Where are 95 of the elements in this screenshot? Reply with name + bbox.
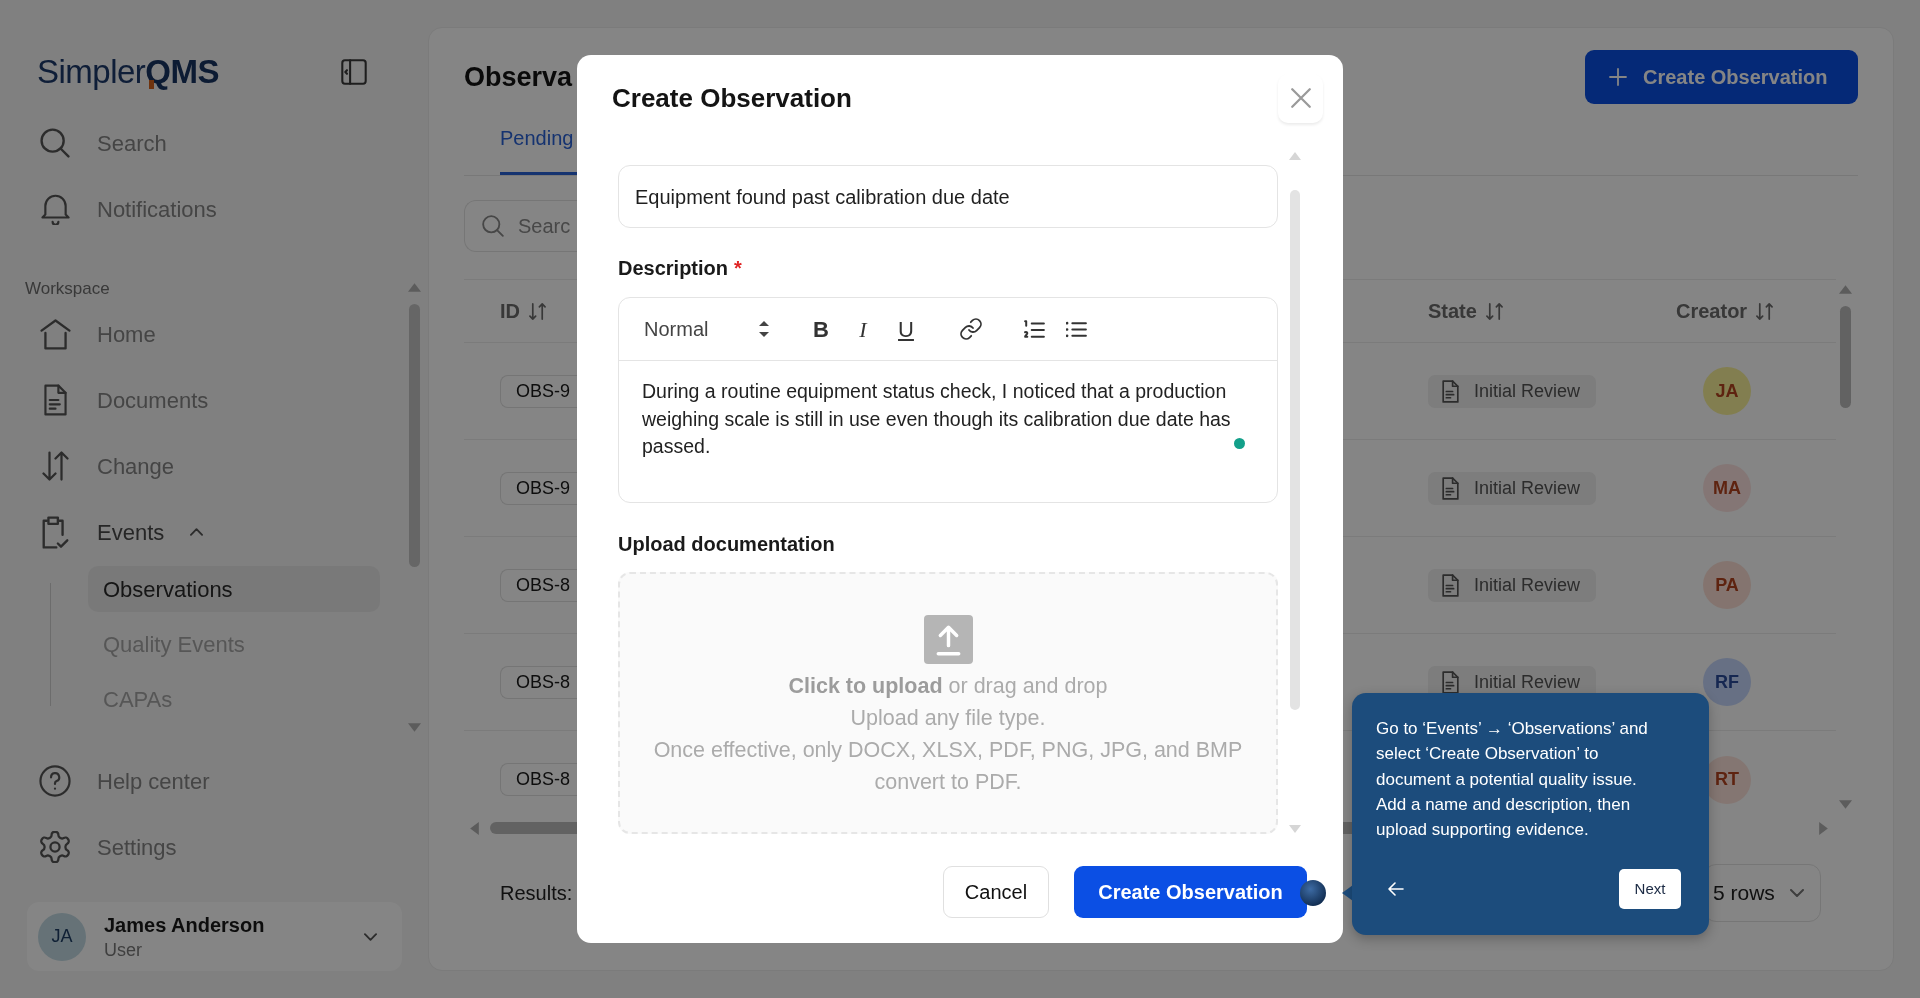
clipboard-check-icon <box>41 515 69 549</box>
nav-item[interactable]: Search <box>39 123 169 163</box>
chevron-down-icon <box>1790 889 1804 897</box>
name-field[interactable]: Equipment found past calibration due date <box>618 165 1278 228</box>
bell-icon <box>40 193 70 225</box>
scroll-up-icon[interactable] <box>1289 152 1301 160</box>
id-badge: OBS-9 <box>500 374 577 408</box>
nav-item[interactable]: Home <box>39 314 158 354</box>
search-icon <box>40 128 70 158</box>
scroll-down-icon[interactable] <box>1289 825 1301 833</box>
link-icon <box>960 318 982 340</box>
creator-avatar: PA <box>1703 561 1751 609</box>
nav-item[interactable]: Change <box>39 446 177 486</box>
back-arrow-icon <box>1388 882 1404 896</box>
close-button[interactable] <box>1278 73 1323 123</box>
tooltip-text: Go to ‘Events’ → ‘Observations’ and select ‘Create Observation’ to document a potential quality issue. Add a name and description, then upload supporting evidence. <box>1376 718 1649 842</box>
bold-button[interactable]: B <box>803 311 839 347</box>
scroll-up-icon[interactable] <box>408 283 421 292</box>
nav-item[interactable]: Documents <box>39 380 211 420</box>
document-icon <box>1442 573 1459 597</box>
user-card[interactable]: JA James Anderson User <box>27 902 402 971</box>
creator-avatar: JA <box>1703 367 1751 415</box>
nav-item[interactable]: Help center <box>39 761 212 801</box>
column-header[interactable]: Creator <box>1676 296 1774 326</box>
sort-icon <box>1756 301 1774 321</box>
column-header[interactable]: ID <box>500 296 546 326</box>
underline-button[interactable]: U <box>888 311 924 347</box>
nav-item[interactable]: Settings <box>39 827 179 867</box>
upload-note: Once effective, only DOCX, XLSX, PDF, PNG, JPG, and BMP convert to PDF. <box>652 737 1244 796</box>
sort-icon <box>529 301 546 321</box>
upload-dropzone[interactable]: Click to upload or drag and drop Upload any file type. Once effective, only DOCX, XLSX, PDF, PNG, JPG, and BMP convert to PDF. <box>618 572 1278 834</box>
settings-icon <box>39 831 71 863</box>
italic-button[interactable]: I <box>845 311 881 347</box>
search-icon <box>482 215 504 237</box>
creator-avatar: RF <box>1703 658 1751 706</box>
chevron-down-icon <box>364 932 377 941</box>
upload-icon <box>923 615 973 664</box>
description-field[interactable]: During a routine equipment status check, I noticed that a production weighing scale is still in use even though its calibration due date has passed. <box>619 361 1277 502</box>
status-label: Initial Review <box>1474 670 1581 694</box>
required-mark: * <box>734 256 742 281</box>
user-avatar: JA <box>38 912 86 961</box>
plus-icon <box>1609 68 1627 86</box>
submit-button[interactable]: Create Observation <box>1074 866 1307 918</box>
field-label: Description <box>618 256 729 281</box>
scroll-right-icon[interactable] <box>1819 821 1828 835</box>
document-icon <box>43 384 67 416</box>
next-button[interactable]: Next <box>1619 869 1681 909</box>
hotspot-icon[interactable] <box>1300 880 1326 906</box>
scroll-down-icon[interactable] <box>408 723 421 732</box>
bullet-list-icon <box>1065 320 1087 338</box>
page-title: Observa <box>464 63 573 91</box>
numbered-list-icon <box>1023 319 1045 339</box>
nav-item[interactable]: Events <box>39 512 206 552</box>
field-label: Upload documentation <box>618 532 835 557</box>
home-icon <box>39 318 71 350</box>
dialog-title: Create Observation <box>612 85 852 111</box>
sort-icon <box>1485 301 1503 321</box>
document-icon <box>1442 670 1459 694</box>
create-observation-button[interactable]: Create Observation <box>1585 50 1858 104</box>
sidebar-toggle-icon[interactable] <box>341 59 367 85</box>
status-label: Initial Review <box>1474 573 1581 597</box>
user-role: User <box>104 938 142 962</box>
scrollbar-thumb[interactable] <box>409 304 420 567</box>
id-badge: OBS-8 <box>500 763 577 796</box>
nav-subitem[interactable]: Observations <box>88 566 380 612</box>
cancel-button[interactable]: Cancel <box>943 866 1049 918</box>
nav-item[interactable]: Notifications <box>39 189 219 229</box>
scrollbar-thumb[interactable] <box>1343 822 1352 834</box>
creator-avatar: MA <box>1703 464 1751 512</box>
document-icon <box>1442 379 1459 403</box>
logo: SimplerQMS <box>37 52 220 92</box>
status-label: Initial Review <box>1474 476 1581 500</box>
scrollbar-thumb[interactable] <box>1840 306 1851 408</box>
help-icon <box>39 765 71 797</box>
column-header[interactable]: State <box>1428 296 1503 326</box>
scroll-up-icon[interactable] <box>1839 285 1852 294</box>
section-label: Workspace <box>25 278 110 301</box>
scrollbar-thumb[interactable] <box>1290 190 1300 710</box>
document-icon <box>1442 476 1459 500</box>
user-name: James Anderson <box>104 912 265 938</box>
close-icon <box>1290 88 1311 108</box>
scrollbar-thumb[interactable] <box>490 822 577 834</box>
results-label: Results: <box>500 881 573 906</box>
back-button[interactable] <box>1388 882 1404 896</box>
scroll-down-icon[interactable] <box>1839 800 1852 809</box>
id-badge: OBS-9 <box>500 471 577 505</box>
status-label: Initial Review <box>1474 379 1581 403</box>
format-select[interactable]: Normal <box>644 314 769 344</box>
scroll-left-icon[interactable] <box>470 821 479 835</box>
up-down-arrows-icon <box>41 451 69 481</box>
id-badge: OBS-8 <box>500 665 577 699</box>
upload-prompt: Click to upload or drag and drop <box>788 673 1108 700</box>
up-down-caret-icon <box>759 321 769 337</box>
id-badge: OBS-8 <box>500 568 577 602</box>
upload-hint: Upload any file type. <box>850 705 1046 732</box>
